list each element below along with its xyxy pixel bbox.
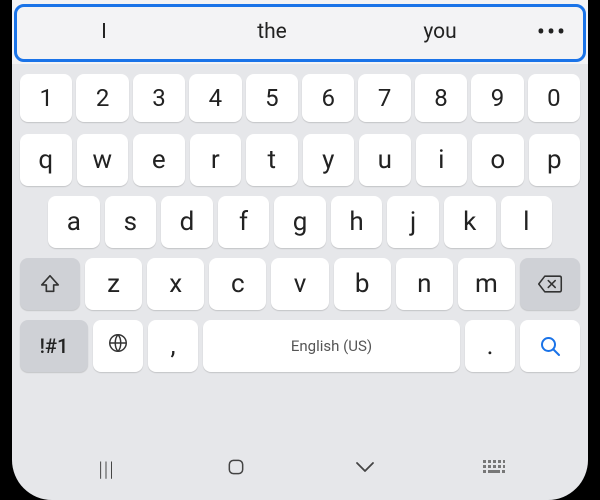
key-z[interactable]: z	[85, 258, 142, 310]
key-v[interactable]: v	[271, 258, 328, 310]
key-p[interactable]: p	[529, 134, 581, 186]
key-l[interactable]: l	[501, 196, 553, 248]
key-6[interactable]: 6	[302, 74, 354, 122]
backspace-icon	[537, 274, 563, 294]
key-g[interactable]: g	[274, 196, 326, 248]
key-9[interactable]: 9	[471, 74, 523, 122]
navigation-bar: |||	[12, 450, 588, 488]
comma-key[interactable]: ,	[148, 320, 198, 372]
phone-frame: I the you ••• 1 2 3 4 5 6 7 8 9 0 q w e …	[12, 0, 588, 500]
spacebar[interactable]: English (US)	[203, 320, 460, 372]
key-c[interactable]: c	[209, 258, 266, 310]
keyboard-collapse-icon	[483, 460, 505, 478]
key-x[interactable]: x	[147, 258, 204, 310]
globe-icon	[107, 332, 129, 360]
key-i[interactable]: i	[416, 134, 468, 186]
chevron-down-icon	[353, 459, 377, 479]
language-key[interactable]	[93, 320, 143, 372]
nav-keyboard-collapse[interactable]	[459, 460, 529, 478]
home-icon	[226, 457, 246, 481]
backspace-key[interactable]	[520, 258, 580, 310]
key-b[interactable]: b	[334, 258, 391, 310]
key-w[interactable]: w	[77, 134, 129, 186]
key-j[interactable]: j	[387, 196, 439, 248]
suggestion-bar: I the you •••	[12, 0, 588, 64]
bottom-letter-row: z x c v b n m	[20, 258, 580, 310]
key-h[interactable]: h	[331, 196, 383, 248]
key-3[interactable]: 3	[133, 74, 185, 122]
search-key[interactable]	[520, 320, 580, 372]
shift-icon	[39, 273, 61, 295]
suggestion-3[interactable]: you	[356, 20, 524, 44]
key-o[interactable]: o	[472, 134, 524, 186]
nav-back[interactable]	[330, 459, 400, 479]
key-n[interactable]: n	[396, 258, 453, 310]
key-f[interactable]: f	[218, 196, 270, 248]
key-4[interactable]: 4	[189, 74, 241, 122]
number-row: 1 2 3 4 5 6 7 8 9 0	[20, 74, 580, 122]
key-m[interactable]: m	[458, 258, 515, 310]
key-7[interactable]: 7	[358, 74, 410, 122]
keyboard: 1 2 3 4 5 6 7 8 9 0 q w e r t y u i o p …	[12, 64, 588, 388]
period-key[interactable]: .	[465, 320, 515, 372]
key-r[interactable]: r	[190, 134, 242, 186]
key-1[interactable]: 1	[20, 74, 72, 122]
key-u[interactable]: u	[359, 134, 411, 186]
shift-key[interactable]	[20, 258, 80, 310]
suggestion-1[interactable]: I	[20, 20, 188, 44]
key-5[interactable]: 5	[246, 74, 298, 122]
key-e[interactable]: e	[133, 134, 185, 186]
key-8[interactable]: 8	[415, 74, 467, 122]
symbols-key[interactable]: !#1	[20, 320, 88, 372]
search-icon	[538, 334, 562, 358]
mid-letter-row: a s d f g h j k l	[20, 196, 580, 248]
top-letter-row: q w e r t y u i o p	[20, 134, 580, 186]
key-y[interactable]: y	[303, 134, 355, 186]
more-suggestions-button[interactable]: •••	[524, 18, 580, 46]
nav-home[interactable]	[201, 457, 271, 481]
key-t[interactable]: t	[246, 134, 298, 186]
key-0[interactable]: 0	[528, 74, 580, 122]
suggestion-2[interactable]: the	[188, 20, 356, 44]
key-a[interactable]: a	[48, 196, 100, 248]
key-2[interactable]: 2	[76, 74, 128, 122]
key-k[interactable]: k	[444, 196, 496, 248]
key-q[interactable]: q	[20, 134, 72, 186]
key-s[interactable]: s	[105, 196, 157, 248]
nav-recents[interactable]: |||	[72, 457, 142, 481]
spacebar-row: !#1 , English (US) .	[20, 320, 580, 372]
key-d[interactable]: d	[161, 196, 213, 248]
